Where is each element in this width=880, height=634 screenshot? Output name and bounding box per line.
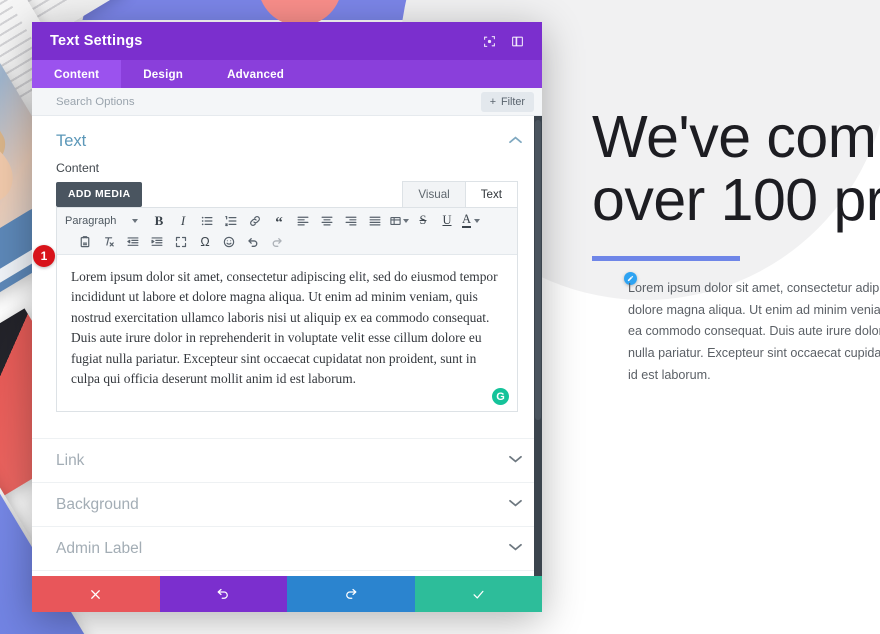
blockquote-icon[interactable]: “ (267, 209, 291, 233)
indent-icon[interactable] (145, 232, 169, 251)
numbered-list-icon[interactable] (219, 211, 243, 230)
italic-icon[interactable]: I (171, 211, 195, 230)
cancel-button[interactable] (32, 576, 160, 612)
align-center-icon[interactable] (315, 211, 339, 230)
editor-box: Paragraph B I “ S U A Ω 1 Lorem ipsum do… (33, 207, 518, 413)
table-icon[interactable] (387, 211, 411, 230)
strikethrough-icon[interactable]: S (411, 211, 435, 230)
editor-toolbar-row-1: Paragraph B I “ S U A (61, 210, 513, 231)
chevron-down-icon (132, 218, 139, 223)
chevron-down-icon (402, 218, 409, 223)
chevron-down-icon[interactable] (509, 499, 522, 510)
emoji-icon[interactable] (217, 232, 241, 251)
section-link[interactable]: Link (32, 438, 542, 482)
plus-icon: + (489, 95, 496, 108)
page-title: We've comp over 100 pr (592, 104, 880, 234)
editor-body-text: Lorem ipsum dolor sit amet, consectetur … (71, 269, 498, 386)
section-admin-label[interactable]: Admin Label (32, 526, 542, 570)
modal-footer (32, 576, 542, 612)
editor-toolbar: Paragraph B I “ S U A Ω (57, 208, 517, 255)
filter-label: Filter (501, 95, 525, 108)
special-character-icon[interactable]: Ω (193, 232, 217, 251)
search-options-row: Search Options + Filter (32, 88, 542, 116)
hero-body-text: Lorem ipsum dolor sit amet, consectetur … (628, 281, 880, 382)
section-link-label: Link (56, 451, 85, 469)
chevron-up-icon[interactable] (509, 136, 522, 147)
editor-content-area[interactable]: 1 Lorem ipsum dolor sit amet, consectetu… (33, 245, 517, 411)
align-right-icon[interactable] (339, 211, 363, 230)
paste-as-text-icon[interactable] (73, 232, 97, 251)
tab-content[interactable]: Content (32, 60, 122, 88)
section-admin-label-label: Admin Label (56, 539, 143, 557)
format-select[interactable]: Paragraph (61, 215, 147, 227)
search-input[interactable]: Search Options (56, 96, 481, 108)
chevron-down-icon[interactable] (509, 455, 522, 466)
scrollbar-thumb[interactable] (535, 120, 541, 420)
layout-panel-icon[interactable] (506, 30, 528, 52)
undo-button[interactable] (159, 576, 287, 612)
modal-header: Text Settings (32, 22, 542, 60)
text-settings-modal: Text Settings Content Design Advanced Se… (32, 22, 542, 612)
hero-section: We've comp over 100 pr Lorem ipsum dolor… (592, 104, 880, 382)
focus-icon[interactable] (478, 30, 500, 52)
section-background-label: Background (56, 495, 139, 513)
content-field-label: Content (56, 161, 100, 175)
bold-icon[interactable]: B (147, 211, 171, 230)
editor-mode-tabs: Visual Text (402, 181, 518, 207)
tab-advanced[interactable]: Advanced (205, 60, 306, 88)
text-section-title: Text (56, 132, 87, 150)
link-icon[interactable] (243, 211, 267, 230)
save-button[interactable] (414, 576, 542, 612)
outdent-icon[interactable] (121, 232, 145, 251)
align-justify-icon[interactable] (363, 211, 387, 230)
modal-scrollbar[interactable] (534, 116, 542, 576)
redo-button[interactable] (287, 576, 415, 612)
hero-accent-rule (592, 256, 740, 262)
tab-design[interactable]: Design (121, 60, 205, 88)
chevron-down-icon (474, 218, 481, 223)
undo-icon[interactable] (241, 232, 265, 251)
tab-text[interactable]: Text (464, 181, 518, 207)
text-section-header[interactable]: Text (32, 116, 542, 155)
format-select-label: Paragraph (65, 214, 117, 227)
tab-visual[interactable]: Visual (402, 181, 466, 207)
redo-icon[interactable] (265, 232, 289, 251)
section-background[interactable]: Background (32, 482, 542, 526)
help-link[interactable]: ? Help (32, 570, 542, 576)
clear-formatting-icon[interactable] (97, 232, 121, 251)
editor-toolbar-row-2: Ω (61, 231, 513, 252)
modal-body: Text Content ADD MEDIA Visual Text Parag… (32, 116, 542, 576)
add-media-button[interactable]: ADD MEDIA (56, 182, 143, 207)
modal-tabs: Content Design Advanced (32, 60, 542, 88)
editor-top-row: ADD MEDIA Visual Text (56, 181, 518, 207)
align-left-icon[interactable] (291, 211, 315, 230)
underline-icon[interactable]: U (435, 211, 459, 230)
fullscreen-icon[interactable] (169, 232, 193, 251)
text-color-icon[interactable]: A (459, 211, 483, 230)
bulleted-list-icon[interactable] (195, 211, 219, 230)
content-editor: ADD MEDIA Visual Text Paragraph B I “ S … (33, 181, 518, 413)
chevron-down-icon[interactable] (509, 543, 522, 554)
modal-title: Text Settings (50, 33, 143, 49)
filter-button[interactable]: + Filter (480, 91, 534, 112)
step-badge-1: 1 (33, 245, 55, 267)
grammarly-icon[interactable]: G (492, 388, 509, 406)
